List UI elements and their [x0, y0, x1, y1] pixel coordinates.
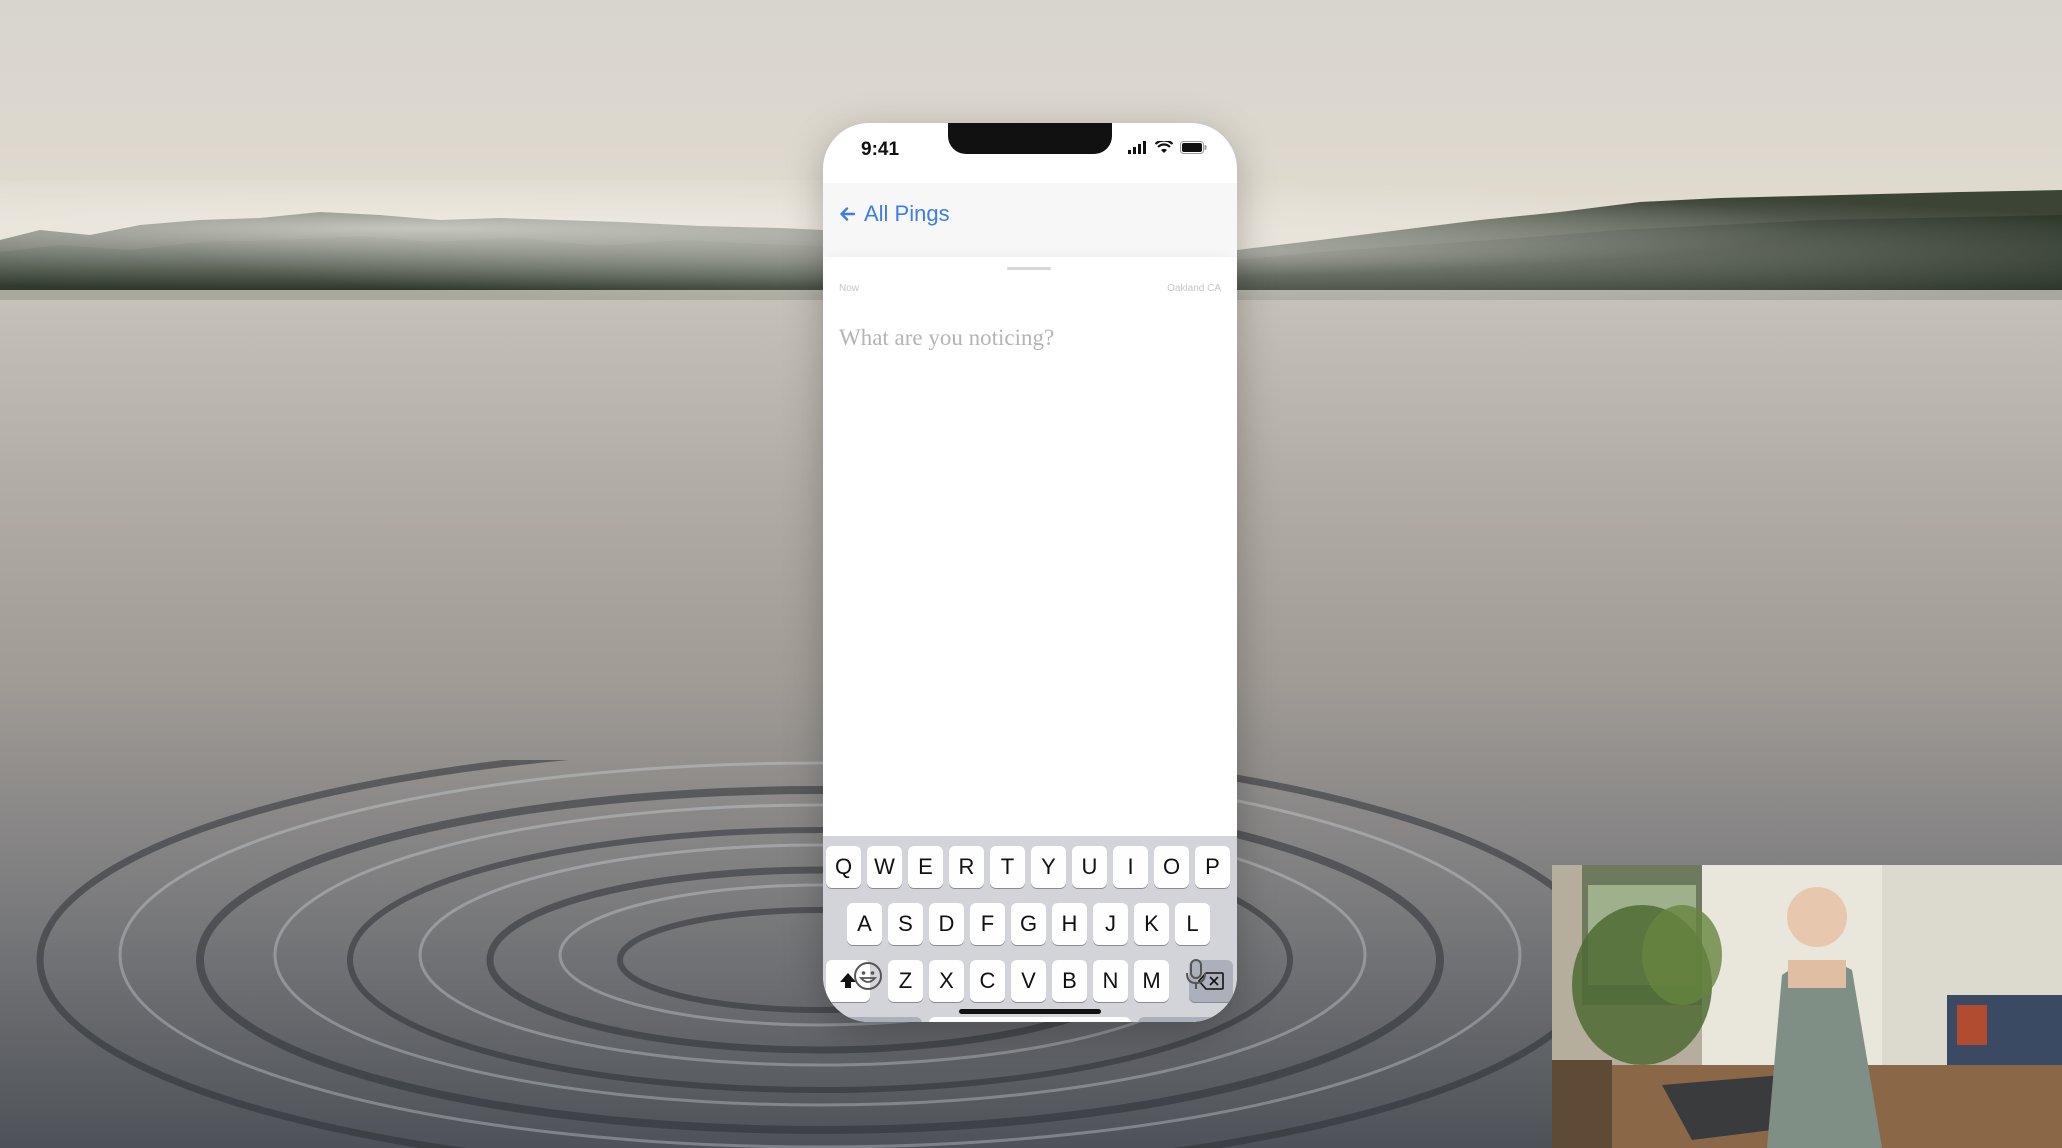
- key-a[interactable]: A: [847, 903, 882, 945]
- phone-frame: 9:41 All Pings Now Oakland CA Q: [823, 123, 1237, 1022]
- status-time: 9:41: [861, 139, 900, 160]
- keyboard-row-1: Q W E R T Y U I O P: [823, 846, 1237, 890]
- key-l[interactable]: L: [1175, 903, 1210, 945]
- key-k[interactable]: K: [1134, 903, 1169, 945]
- signal-icon: [1128, 141, 1146, 154]
- space-key[interactable]: space: [929, 1017, 1131, 1022]
- key-y[interactable]: Y: [1031, 846, 1066, 888]
- key-c[interactable]: C: [970, 960, 1005, 1002]
- status-icons: [1128, 141, 1207, 154]
- keyboard-row-2: A S D F G H J K L: [823, 903, 1237, 947]
- note-location: Oakland CA: [1167, 283, 1221, 294]
- key-n[interactable]: N: [1093, 960, 1128, 1002]
- webcam-overlay: [1552, 865, 2062, 1148]
- key-b[interactable]: B: [1052, 960, 1087, 1002]
- key-d[interactable]: D: [929, 903, 964, 945]
- key-z[interactable]: Z: [888, 960, 923, 1002]
- back-label: All Pings: [864, 201, 950, 226]
- keyboard: Q W E R T Y U I O P A S D F G H J K L Z …: [823, 836, 1237, 1022]
- key-g[interactable]: G: [1011, 903, 1046, 945]
- keyboard-row-4: 123 space return: [823, 1017, 1237, 1022]
- back-button[interactable]: All Pings: [840, 201, 950, 227]
- phone-notch: [948, 123, 1112, 154]
- note-timestamp: Now: [839, 283, 860, 294]
- microphone-icon: [1186, 959, 1206, 989]
- sheet-grabber[interactable]: [1007, 267, 1051, 270]
- key-x[interactable]: X: [929, 960, 964, 1002]
- key-e[interactable]: E: [908, 846, 943, 888]
- key-i[interactable]: I: [1113, 846, 1148, 888]
- key-v[interactable]: V: [1011, 960, 1046, 1002]
- key-p[interactable]: P: [1195, 846, 1230, 888]
- key-w[interactable]: W: [867, 846, 902, 888]
- emoji-button[interactable]: [853, 961, 883, 996]
- key-s[interactable]: S: [888, 903, 923, 945]
- return-key[interactable]: return: [1138, 1017, 1234, 1022]
- back-arrow-icon: [840, 207, 856, 221]
- key-j[interactable]: J: [1093, 903, 1128, 945]
- battery-icon: [1180, 141, 1207, 154]
- keyboard-row-3: Z X C V B N M: [823, 960, 1237, 1004]
- dictation-button[interactable]: [1185, 959, 1207, 996]
- key-r[interactable]: R: [949, 846, 984, 888]
- presenter-video: [1552, 865, 2062, 1148]
- key-t[interactable]: T: [990, 846, 1025, 888]
- key-o[interactable]: O: [1154, 846, 1189, 888]
- wifi-icon: [1155, 141, 1173, 153]
- key-f[interactable]: F: [970, 903, 1005, 945]
- key-h[interactable]: H: [1052, 903, 1087, 945]
- key-u[interactable]: U: [1072, 846, 1107, 888]
- compose-sheet: Now Oakland CA: [823, 257, 1237, 837]
- note-input[interactable]: [837, 317, 1221, 359]
- key-q[interactable]: Q: [826, 846, 861, 888]
- numbers-key[interactable]: 123: [826, 1017, 922, 1022]
- key-m[interactable]: M: [1134, 960, 1169, 1002]
- emoji-icon: [854, 962, 882, 990]
- home-indicator[interactable]: [959, 1009, 1101, 1014]
